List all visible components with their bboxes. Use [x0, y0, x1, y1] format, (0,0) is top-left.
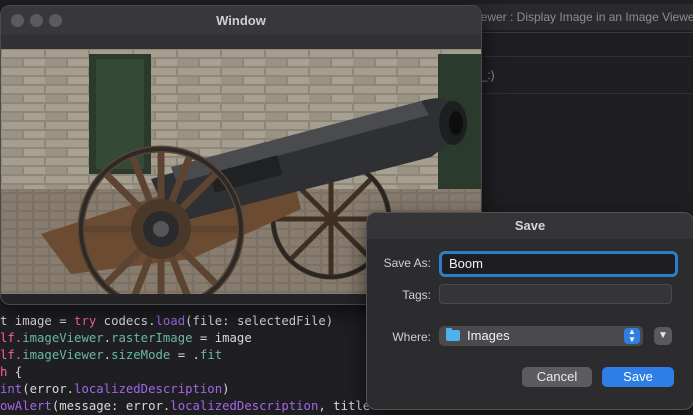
- code-line: owAlert(message: error.localizedDescript…: [0, 398, 370, 415]
- code-token: imageViewer: [22, 331, 104, 345]
- code-line: t image = try codecs.load(file: selected…: [0, 313, 333, 330]
- code-token: sizeMode: [111, 348, 171, 362]
- code-token: lf.: [0, 331, 23, 345]
- code-token: localizedDescription: [74, 382, 223, 396]
- code-token: , title: [318, 399, 371, 413]
- code-line: lf.imageViewer.sizeMode = .fit: [0, 347, 222, 364]
- expand-dialog-button[interactable]: ▼: [654, 327, 672, 345]
- code-token: .: [103, 348, 112, 362]
- chevron-down-icon: ▼: [658, 330, 668, 341]
- code-token: imageViewer: [22, 348, 104, 362]
- code-token: = image: [192, 331, 252, 345]
- editor-divider: [470, 32, 693, 33]
- code-token: t image =: [0, 314, 75, 328]
- code-token: (error.: [22, 382, 75, 396]
- code-token: load: [155, 314, 186, 328]
- code-token: fit: [199, 348, 223, 362]
- code-token: ): [222, 382, 230, 396]
- code-token: .: [103, 331, 112, 345]
- folder-icon: [446, 328, 460, 341]
- editor-method-bar: [470, 56, 693, 94]
- code-token: try: [74, 314, 97, 328]
- window-titlebar[interactable]: Window: [1, 6, 481, 35]
- code-line: h {: [0, 364, 22, 381]
- code-line: int(error.localizedDescription): [0, 381, 230, 398]
- dialog-title: Save: [367, 213, 693, 239]
- cancel-button[interactable]: Cancel: [522, 367, 592, 387]
- code-token: localizedDescription: [170, 399, 319, 413]
- save-as-input[interactable]: Boom: [439, 251, 678, 277]
- code-token: {: [7, 365, 23, 379]
- code-token: codecs.: [96, 314, 156, 328]
- tags-input[interactable]: [439, 284, 672, 304]
- code-token: int: [0, 382, 23, 396]
- editor-title: iewer : Display Image in an Image Viewer: [470, 4, 693, 30]
- where-label: Where:: [392, 330, 431, 344]
- up-down-chevron-icon: ▲ ▼: [624, 328, 640, 344]
- code-token: rasterImage: [111, 331, 193, 345]
- code-line: lf.imageViewer.rasterImage = image: [0, 330, 252, 347]
- code-token: = .: [170, 348, 200, 362]
- where-select[interactable]: Images ▲ ▼: [439, 326, 643, 346]
- code-token: (message: error.: [51, 399, 171, 413]
- save-button[interactable]: Save: [602, 367, 674, 387]
- save-as-label: Save As:: [383, 256, 431, 270]
- window-title: Window: [216, 13, 266, 28]
- where-value: Images: [467, 328, 510, 343]
- code-token: owAlert: [0, 399, 52, 413]
- code-token: lf.: [0, 348, 23, 362]
- window-toolbar: [1, 35, 481, 49]
- tags-label: Tags:: [402, 288, 431, 302]
- save-dialog: Save Save As: Boom Tags: Where: Images ▲…: [366, 212, 693, 410]
- code-token: (file: selectedFile): [185, 314, 334, 328]
